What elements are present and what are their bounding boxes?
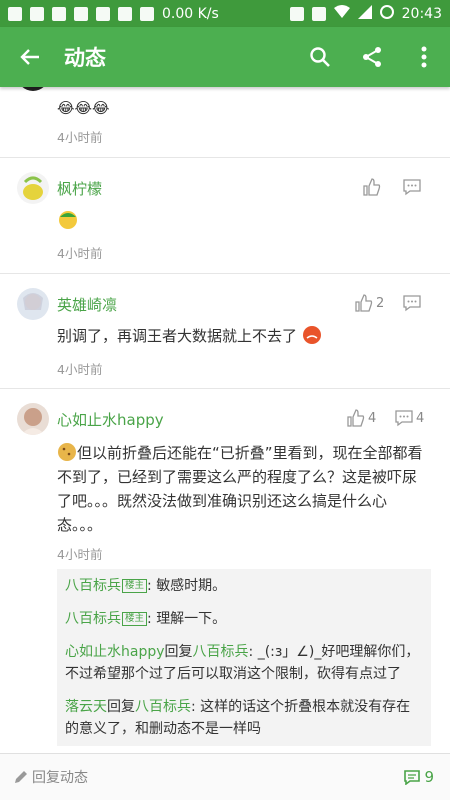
sub-reply-user[interactable]: 八百标兵 — [65, 578, 121, 594]
sub-replies: 八百标兵 楼主: 敏感时期。 八百标兵 楼主: 理解一下。 心如止水happy回复八… — [57, 569, 431, 746]
sub-reply[interactable]: 心如止水happy回复八百标兵: _(:з」∠)_好吧理解你们，不过希望那个过了… — [65, 641, 423, 685]
app-bar-actions — [294, 27, 450, 87]
search-icon — [310, 47, 330, 67]
like-button[interactable]: 2 — [355, 294, 384, 312]
reply-button[interactable]: 4 — [395, 409, 424, 427]
avatar[interactable] — [17, 403, 49, 435]
comment-body — [57, 208, 427, 237]
reply-post-button[interactable]: 回复动态 — [14, 767, 88, 787]
back-button[interactable] — [0, 27, 60, 87]
comment-body: 别调了，再调王者大数据就上不去了 — [57, 324, 427, 348]
signal-icon — [357, 4, 372, 23]
sub-reply-sep: : — [147, 578, 157, 594]
reply-word: 回复 — [107, 699, 135, 715]
sub-reply[interactable]: 八百标兵 楼主: 敏感时期。 — [65, 575, 423, 597]
comment-time: 4小时前 — [57, 547, 103, 562]
status-bar: 0.00 K/s 20:43 — [0, 0, 450, 27]
comment-time: 4小时前 — [57, 130, 103, 145]
comment-list[interactable]: 😂😂😂 4小时前 枫柠檬 4小时前 英雄崎凛 2 别调了，再调王者大数据就上不去… — [0, 87, 450, 753]
share-button[interactable] — [346, 27, 398, 87]
thumb-up-icon — [355, 294, 373, 312]
username[interactable]: 英雄崎凛 — [57, 294, 117, 315]
like-button[interactable]: 4 — [347, 409, 376, 427]
battery-icon — [379, 4, 394, 23]
comment-icon — [404, 770, 421, 785]
avatar[interactable] — [17, 288, 49, 320]
sub-reply-target[interactable]: 八百标兵 — [193, 644, 249, 660]
sub-reply-user[interactable]: 落云天 — [65, 699, 107, 715]
sub-reply-target[interactable]: 八百标兵 — [135, 699, 191, 715]
sub-reply[interactable]: 八百标兵 楼主: 理解一下。 — [65, 608, 423, 630]
sub-reply-user[interactable]: 八百标兵 — [65, 611, 121, 627]
comment-icon — [403, 179, 421, 196]
app-icon — [52, 6, 66, 21]
sub-reply[interactable]: 落云天回复八百标兵: 这样的话这个折叠根本就没有存在的意义了，和删动态不是一样吗 — [65, 696, 423, 740]
more-vert-icon — [421, 46, 427, 68]
sub-reply-sep: : — [248, 644, 258, 660]
share-icon — [363, 47, 381, 67]
like-count: 2 — [376, 295, 385, 311]
angry-emoji-icon — [302, 326, 321, 344]
comment-item: 英雄崎凛 2 别调了，再调王者大数据就上不去了 4小时前 — [0, 274, 450, 389]
comment-icon — [395, 410, 413, 427]
comment-count: 9 — [424, 768, 434, 786]
system-icons: 20:43 — [289, 4, 442, 23]
username[interactable]: 心如止水happy — [57, 409, 164, 430]
comment-text: 别调了，再调王者大数据就上不去了 — [57, 327, 298, 345]
reply-button[interactable] — [403, 178, 421, 196]
comment-count-button[interactable]: 9 — [404, 768, 434, 786]
sub-reply-sep: : — [191, 699, 201, 715]
key-icon — [311, 6, 326, 21]
cookie-emoji-icon — [58, 443, 76, 461]
phone-icon — [74, 6, 88, 21]
wifi-icon — [333, 4, 350, 23]
comment-text: 但以前折叠后还能在“已折叠”里看到，现在全部都看不到了，已经到了需要这么严的程度… — [57, 444, 423, 534]
page-title: 动态 — [64, 46, 106, 70]
sub-reply-sep: : — [147, 611, 157, 627]
comment-item: 枫柠檬 4小时前 — [0, 158, 450, 274]
comment-icon — [403, 295, 421, 312]
avatar[interactable] — [17, 172, 49, 204]
avatar[interactable] — [17, 87, 49, 91]
bottom-bar: 回复动态 9 — [0, 753, 450, 800]
sub-reply-text: 敏感时期。 — [156, 578, 227, 594]
instagram-icon — [118, 6, 132, 21]
comment-item: 心如止水happy 4 4 但以前折叠后还能在“已折叠”里看到，现在全部都看不到… — [0, 389, 450, 753]
owner-tag: 楼主 — [122, 579, 148, 593]
username[interactable]: 枫柠檬 — [57, 178, 102, 199]
reply-button[interactable] — [403, 294, 421, 312]
comment-body: 但以前折叠后还能在“已折叠”里看到，现在全部都看不到了，已经到了需要这么严的程度… — [57, 441, 427, 537]
more-button[interactable] — [398, 27, 450, 87]
sync-icon — [289, 6, 304, 21]
owner-tag: 楼主 — [122, 612, 148, 626]
comment-body: 😂😂😂 — [57, 99, 110, 117]
network-speed: 0.00 K/s — [162, 5, 219, 22]
notification-icons: 0.00 K/s — [8, 6, 219, 22]
message-icon — [30, 6, 44, 21]
image-icon — [96, 6, 110, 21]
reply-count: 4 — [416, 410, 425, 426]
search-button[interactable] — [294, 27, 346, 87]
chat-icon — [8, 6, 22, 21]
android-icon — [140, 6, 154, 21]
app-bar: 动态 — [0, 27, 450, 87]
comment-item: 😂😂😂 4小时前 — [0, 87, 450, 158]
like-button[interactable] — [363, 178, 381, 196]
sub-reply-user[interactable]: 心如止水happy — [65, 644, 165, 660]
like-count: 4 — [368, 410, 377, 426]
emoji-icon — [59, 211, 77, 229]
comment-time: 4小时前 — [57, 362, 103, 377]
comment-time: 4小时前 — [57, 246, 103, 261]
clock: 20:43 — [401, 5, 442, 22]
sub-reply-text: 理解一下。 — [156, 611, 227, 627]
thumb-up-icon — [347, 409, 365, 427]
reply-post-label: 回复动态 — [32, 770, 88, 786]
reply-word: 回复 — [164, 644, 193, 660]
pencil-icon — [15, 771, 27, 783]
thumb-up-icon — [363, 178, 381, 196]
arrow-left-icon — [20, 49, 39, 65]
